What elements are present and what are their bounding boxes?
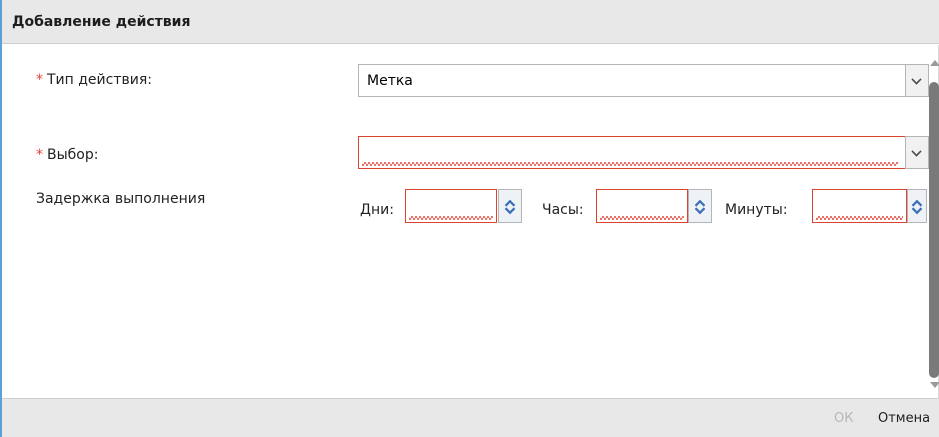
scrollbar-thumb[interactable]	[929, 82, 939, 378]
dialog-title-bar[interactable]: Добавление действия	[2, 0, 939, 44]
add-action-dialog: Добавление действия * Тип действия: Метка…	[0, 0, 939, 437]
days-label: Дни:	[360, 202, 394, 218]
invalid-underline	[362, 162, 898, 166]
invalid-underline	[816, 216, 903, 220]
hours-input[interactable]	[596, 189, 688, 223]
scroll-up-arrow-icon[interactable]	[930, 60, 939, 66]
choice-label: Выбор:	[47, 147, 99, 163]
choice-label-wrap: * Выбор:	[36, 147, 98, 163]
scroll-down-arrow-icon[interactable]	[930, 382, 939, 388]
action-type-select[interactable]: Метка	[358, 64, 929, 97]
action-type-trigger[interactable]	[905, 64, 929, 97]
minutes-spinner[interactable]	[907, 189, 927, 223]
chevron-down-icon	[911, 74, 922, 85]
invalid-underline	[409, 216, 493, 220]
required-marker: *	[36, 72, 43, 88]
hours-spinner[interactable]	[688, 189, 712, 223]
days-spinner[interactable]	[498, 189, 522, 223]
delay-label: Задержка выполнения	[36, 191, 206, 207]
dialog-footer: ОК Отмена	[2, 398, 939, 437]
required-marker: *	[36, 147, 43, 163]
action-type-value: Метка	[367, 73, 413, 89]
vertical-scrollbar[interactable]	[927, 60, 939, 410]
dialog-body: * Тип действия: Метка * Выбор: Задержка вы…	[2, 45, 939, 398]
minutes-input[interactable]	[812, 189, 907, 223]
action-type-label: Тип действия:	[47, 72, 152, 88]
chevron-down-icon	[911, 146, 922, 157]
choice-select[interactable]	[358, 136, 929, 169]
dialog-title: Добавление действия	[12, 14, 191, 30]
invalid-underline	[600, 216, 684, 220]
ok-button[interactable]: ОК	[834, 411, 853, 426]
action-type-label-wrap: * Тип действия:	[36, 72, 152, 88]
days-input[interactable]	[405, 189, 497, 223]
hours-label: Часы:	[542, 202, 584, 218]
choice-trigger[interactable]	[905, 136, 929, 169]
minutes-label: Минуты:	[725, 202, 788, 218]
cancel-button[interactable]: Отмена	[878, 411, 930, 426]
